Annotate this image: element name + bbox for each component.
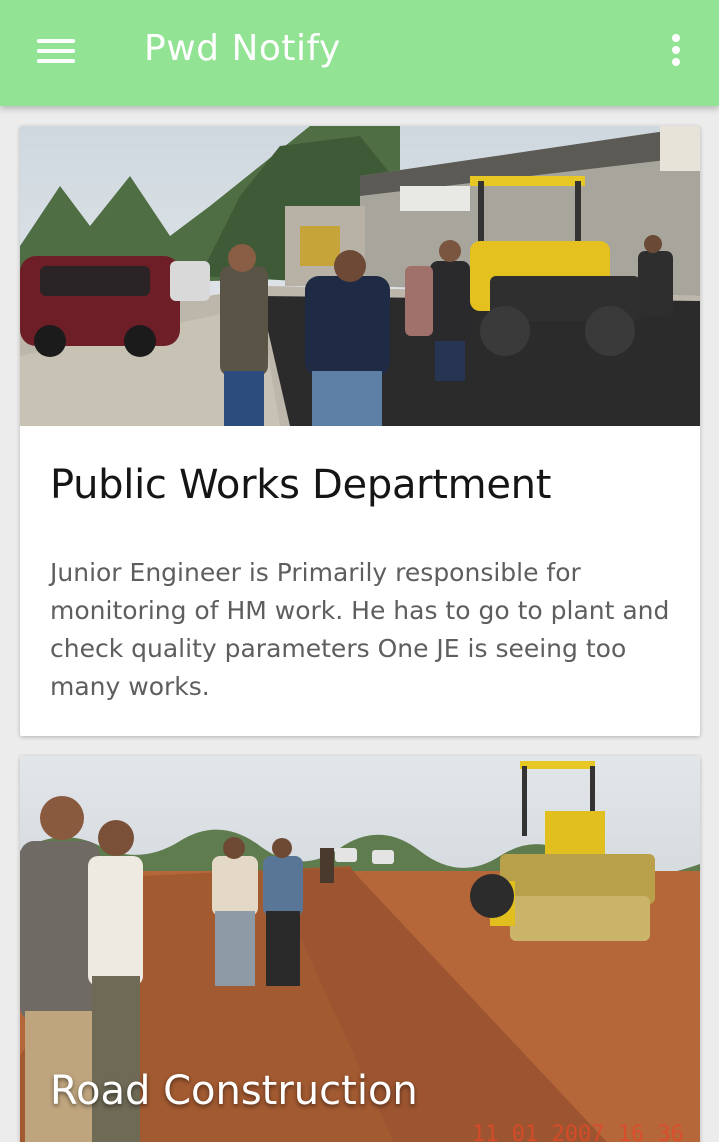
news-card-public-works[interactable]: Public Works Department Junior Engineer … (20, 126, 700, 736)
app-bar: Pwd Notify (0, 0, 719, 106)
app-title: Pwd Notify (144, 28, 341, 69)
photo-timestamp: 11 01 2007 16 36 (472, 1122, 684, 1142)
more-vert-icon[interactable] (660, 28, 694, 74)
card-title: Road Construction (50, 1068, 418, 1114)
news-card-road-construction[interactable]: Road Construction 11 01 2007 16 36 (20, 756, 700, 1142)
card-title: Public Works Department (50, 462, 552, 508)
card-description: Junior Engineer is Primarily responsible… (50, 558, 670, 701)
hamburger-menu-icon[interactable] (30, 30, 82, 72)
road-paving-photo (20, 126, 700, 426)
